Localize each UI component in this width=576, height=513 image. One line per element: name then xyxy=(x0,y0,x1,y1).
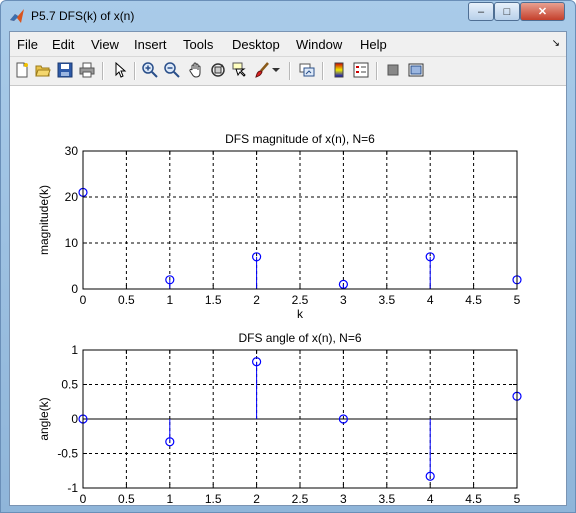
y-tick-label: -0.5 xyxy=(57,447,78,461)
legend-icon[interactable] xyxy=(352,61,370,79)
menu-tools[interactable]: Tools xyxy=(183,37,213,52)
edit-plot-arrow-icon[interactable] xyxy=(111,61,129,79)
colorbar-icon[interactable] xyxy=(330,61,348,79)
figure-window: P5.7 DFS(k) of x(n) – □ ✕ File Edit View… xyxy=(0,0,576,513)
y-tick-label: 0 xyxy=(71,282,78,296)
close-icon: ✕ xyxy=(537,6,548,18)
maximize-icon: □ xyxy=(503,5,511,18)
new-figure-icon[interactable] xyxy=(13,61,31,79)
x-tick-label: 4.5 xyxy=(465,293,482,307)
chart-title: DFS magnitude of x(n), N=6 xyxy=(225,132,375,146)
maximize-button[interactable]: □ xyxy=(494,2,520,21)
minimize-button[interactable]: – xyxy=(468,2,494,21)
brush-icon[interactable] xyxy=(253,61,271,79)
x-tick-label: 4 xyxy=(427,492,434,505)
x-tick-label: 0 xyxy=(80,492,87,505)
matlab-logo-icon xyxy=(9,8,25,24)
x-tick-label: 2.5 xyxy=(292,293,309,307)
x-tick-label: 5 xyxy=(514,293,521,307)
y-axis-label: angle(k) xyxy=(37,397,51,440)
x-tick-label: 2.5 xyxy=(292,492,309,505)
menu-insert[interactable]: Insert xyxy=(134,37,167,52)
close-button[interactable]: ✕ xyxy=(520,2,565,21)
brush-dropdown-icon[interactable] xyxy=(271,61,281,79)
print-icon[interactable] xyxy=(78,61,96,79)
menu-window[interactable]: Window xyxy=(296,37,342,52)
x-tick-label: 0.5 xyxy=(118,492,135,505)
menu-edit[interactable]: Edit xyxy=(52,37,74,52)
x-axis-label: k xyxy=(297,307,304,321)
menu-help[interactable]: Help xyxy=(360,37,387,52)
menu-bar: File Edit View Insert Tools Desktop Wind… xyxy=(10,32,566,57)
x-tick-label: 3.5 xyxy=(378,293,395,307)
y-tick-label: 0.5 xyxy=(61,378,78,392)
toolbar-separator xyxy=(102,62,104,80)
menu-desktop[interactable]: Desktop xyxy=(232,37,280,52)
chart-title: DFS angle of x(n), N=6 xyxy=(238,331,361,345)
minimize-icon: – xyxy=(477,5,485,18)
x-tick-label: 1 xyxy=(166,492,173,505)
axes-2: 0 0.5 1 1.5 2 2.5 3 3.5 4 4.5 5 -1 -0.5 0 0.5 1 DFS angl… xyxy=(37,331,522,505)
open-file-icon[interactable] xyxy=(34,61,52,79)
window-client-area: File Edit View Insert Tools Desktop Wind… xyxy=(9,31,567,506)
x-tick-label: 0 xyxy=(80,293,87,307)
x-tick-label: 3 xyxy=(340,492,347,505)
x-tick-label: 1 xyxy=(166,293,173,307)
zoom-in-icon[interactable] xyxy=(141,61,159,79)
menu-file[interactable]: File xyxy=(17,37,38,52)
hide-plot-tools-icon[interactable] xyxy=(384,61,402,79)
figure-canvas[interactable]: 0 0.5 1 1.5 2 2.5 3 3.5 4 4.5 5 0 10 20 30 DFS magnitud… xyxy=(10,86,566,505)
y-tick-label: -1 xyxy=(67,481,78,495)
x-tick-label: 1.5 xyxy=(205,492,222,505)
menu-view[interactable]: View xyxy=(91,37,119,52)
x-tick-label: 3.5 xyxy=(378,492,395,505)
rotate-3d-icon[interactable] xyxy=(209,61,227,79)
x-tick-label: 0.5 xyxy=(118,293,135,307)
show-plot-tools-icon[interactable] xyxy=(407,61,425,79)
x-tick-label: 4 xyxy=(427,293,434,307)
figure-toolbar xyxy=(10,57,566,86)
zoom-out-icon[interactable] xyxy=(163,61,181,79)
y-tick-label: 1 xyxy=(71,343,78,357)
title-bar[interactable]: P5.7 DFS(k) of x(n) – □ ✕ xyxy=(1,1,575,31)
window-title: P5.7 DFS(k) of x(n) xyxy=(31,9,135,23)
save-icon[interactable] xyxy=(56,61,74,79)
y-tick-label: 30 xyxy=(65,144,79,158)
y-tick-label: 20 xyxy=(65,190,79,204)
pan-hand-icon[interactable] xyxy=(187,61,205,79)
axes-1: 0 0.5 1 1.5 2 2.5 3 3.5 4 4.5 5 0 10 20 30 DFS magnitud… xyxy=(37,132,522,321)
x-tick-label: 2 xyxy=(253,492,260,505)
x-tick-label: 5 xyxy=(514,492,521,505)
x-tick-label: 1.5 xyxy=(205,293,222,307)
x-tick-label: 4.5 xyxy=(465,492,482,505)
toolbar-separator xyxy=(322,62,324,80)
x-tick-label: 3 xyxy=(340,293,347,307)
y-axis-label: magnitude(k) xyxy=(37,185,51,255)
y-tick-label: 10 xyxy=(65,236,79,250)
x-tick-label: 2 xyxy=(253,293,260,307)
data-cursor-icon[interactable] xyxy=(231,61,249,79)
plots-svg: 0 0.5 1 1.5 2 2.5 3 3.5 4 4.5 50102030DFS magnitud… xyxy=(37,132,522,505)
toolbar-separator xyxy=(289,62,291,80)
toolbar-separator xyxy=(376,62,378,80)
link-plot-icon[interactable] xyxy=(298,61,316,79)
y-tick-label: 0 xyxy=(71,412,78,426)
toolbar-separator xyxy=(134,62,136,80)
dock-arrow-icon[interactable]: ↘ xyxy=(552,38,560,49)
